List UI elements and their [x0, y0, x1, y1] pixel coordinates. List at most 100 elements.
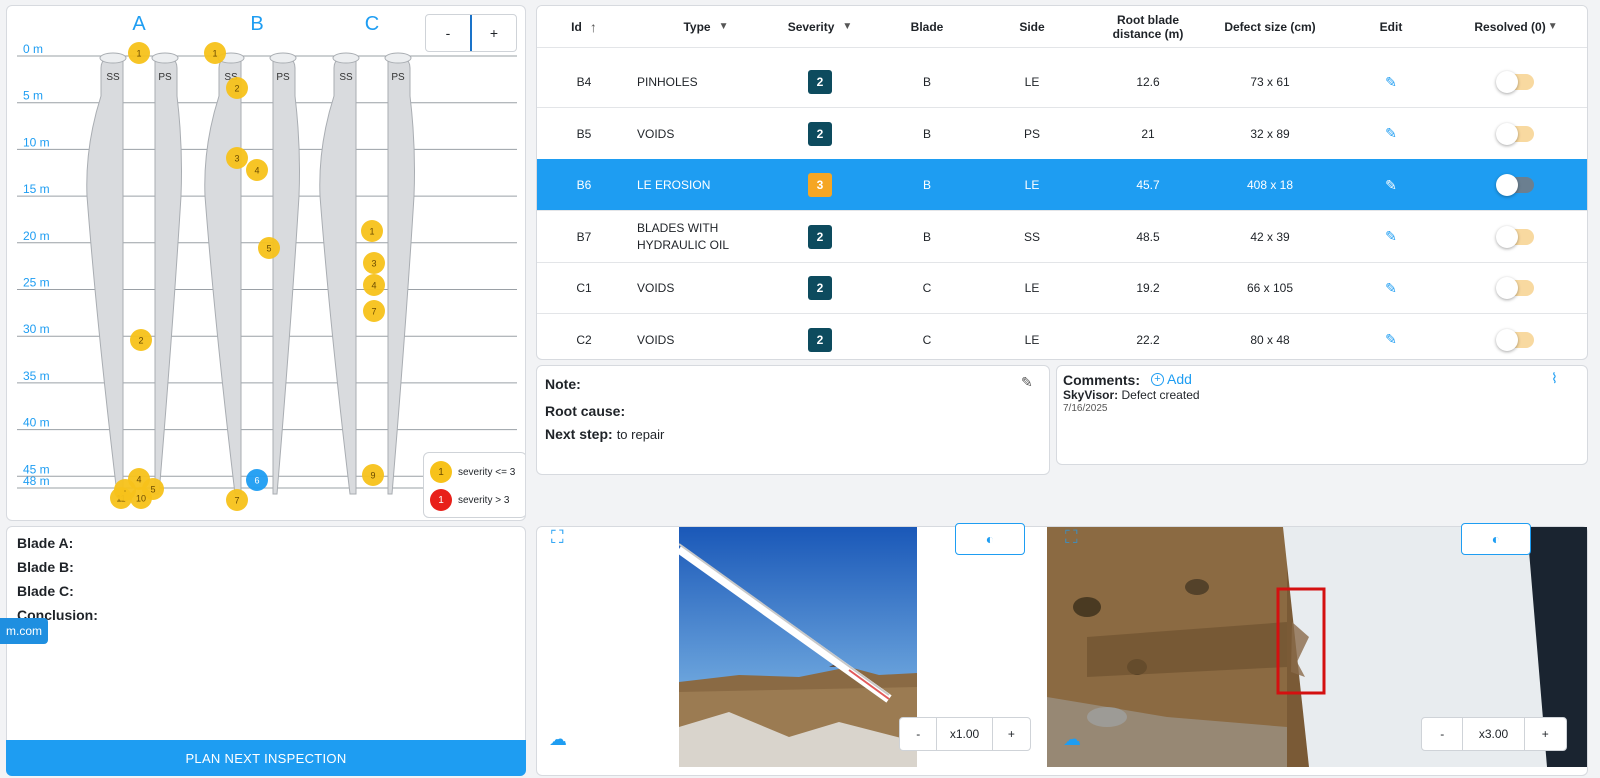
resolved-toggle[interactable]: [1496, 174, 1534, 196]
depth-label: 30 m: [23, 322, 50, 336]
table-row[interactable]: C2 VOIDS 2 C LE 22.2 80 x 48 ✎: [537, 314, 1587, 360]
defect-marker-number: 4: [371, 281, 376, 291]
attachment-icon[interactable]: ⌇: [1551, 370, 1558, 387]
blade-a-label: Blade A:: [17, 535, 74, 551]
image-zoom-in-button[interactable]: +: [993, 718, 1030, 750]
severity-badge: 2: [808, 224, 832, 249]
cell-blade: B: [922, 229, 931, 244]
resolved-toggle[interactable]: [1496, 328, 1534, 351]
legend-label-high: severity > 3: [458, 494, 510, 506]
header-id[interactable]: Id ↑: [537, 6, 631, 48]
toggle-knob: [1496, 71, 1518, 93]
overlay-link-chip[interactable]: m.com: [0, 618, 48, 644]
plan-next-inspection-button[interactable]: PLAN NEXT INSPECTION: [6, 740, 526, 776]
cell-side: SS: [1023, 229, 1040, 244]
defect-marker-number: 6: [254, 476, 259, 486]
resolved-toggle[interactable]: [1496, 71, 1534, 93]
edit-pencil-icon[interactable]: ✎: [1385, 331, 1397, 348]
zoom-in-button[interactable]: +: [472, 15, 516, 51]
defect-marker-number: 2: [234, 84, 239, 94]
image-zoom-in-button[interactable]: +: [1525, 718, 1566, 750]
add-comment-button[interactable]: + Add: [1151, 371, 1192, 387]
table-row[interactable]: B4 PINHOLES 2 B LE 12.6 73 x 61 ✎: [537, 56, 1587, 108]
header-root-distance[interactable]: Root blade distance (m): [1083, 6, 1213, 48]
filter-icon[interactable]: ▼: [719, 20, 729, 34]
contrast-toggle-button-left[interactable]: ◐: [955, 523, 1025, 555]
cell-edit: ✎: [1341, 56, 1441, 108]
toggle-knob: [1496, 174, 1518, 196]
header-id-label: Id: [571, 20, 582, 34]
cell-resolved: [1451, 159, 1581, 211]
comments-box: Comments: + Add ⌇ SkyVisor: Defect creat…: [1056, 365, 1588, 465]
header-edit-label: Edit: [1379, 20, 1403, 34]
depth-label: 20 m: [23, 229, 50, 243]
cell-edit: ✎: [1341, 159, 1441, 211]
resolved-toggle[interactable]: [1496, 277, 1534, 299]
header-severity-label: Severity: [787, 20, 835, 34]
header-blade[interactable]: Blade: [867, 6, 987, 48]
type-label: LE EROSION: [637, 178, 711, 192]
edit-pencil-icon[interactable]: ✎: [1385, 74, 1397, 91]
defect-marker-number: 9: [370, 471, 375, 481]
sort-ascending-icon[interactable]: ↑: [590, 20, 597, 34]
cell-size: 66 x 105: [1246, 281, 1294, 295]
header-blade-label: Blade: [910, 20, 944, 34]
header-severity[interactable]: Severity ▼: [755, 6, 885, 48]
header-side-label: Side: [1019, 20, 1045, 34]
blade-letter-label: C: [365, 13, 379, 35]
defect-marker-number: 4: [254, 166, 259, 176]
defect-marker-number: 1: [136, 49, 141, 59]
blade-letter-label: A: [132, 13, 146, 35]
contrast-toggle-button-right[interactable]: ◐: [1461, 523, 1531, 555]
header-defect-size[interactable]: Defect size (cm): [1205, 6, 1335, 48]
cell-id: B4: [576, 75, 592, 89]
depth-label: 0 m: [23, 42, 43, 56]
cell-edit: ✎: [1341, 108, 1441, 160]
table-row[interactable]: C1 VOIDS 2 C LE 19.2 66 x 105 ✎: [537, 262, 1587, 314]
blade-root-cap: [332, 52, 360, 64]
fullscreen-icon[interactable]: ⛶: [551, 527, 564, 548]
cell-blade: C: [922, 332, 932, 347]
depth-label: 48 m: [23, 474, 50, 488]
toggle-knob: [1496, 122, 1518, 145]
type-label: PINHOLES: [637, 75, 698, 89]
fullscreen-icon[interactable]: ⛶: [1065, 527, 1078, 548]
header-defect-size-label: Defect size (cm): [1224, 20, 1316, 34]
edit-pencil-icon[interactable]: ✎: [1385, 177, 1397, 194]
zoom-out-button[interactable]: -: [426, 15, 472, 51]
defect-marker-number: 5: [266, 244, 271, 254]
edit-pencil-icon[interactable]: ✎: [1385, 280, 1397, 297]
table-row[interactable]: B6 LE EROSION 3 B LE 45.7 408 x 18 ✎: [537, 159, 1587, 211]
cell-resolved: [1451, 262, 1581, 314]
header-resolved[interactable]: Resolved (0) ▼: [1451, 6, 1581, 48]
cell-side: LE: [1024, 332, 1040, 347]
cell-distance: 21: [1141, 126, 1155, 141]
resolved-toggle[interactable]: [1496, 225, 1534, 248]
header-root-distance-line1: Root blade: [1117, 13, 1179, 27]
cell-distance: 19.2: [1136, 281, 1160, 295]
cloud-download-icon[interactable]: ☁: [1063, 729, 1081, 750]
filter-icon[interactable]: ▼: [1548, 20, 1558, 34]
toggle-knob: [1496, 328, 1518, 351]
image-zoom-out-button[interactable]: -: [900, 718, 938, 750]
edit-pencil-icon[interactable]: ✎: [1385, 125, 1397, 142]
cell-blade: C: [922, 281, 932, 295]
header-side[interactable]: Side: [977, 6, 1087, 48]
severity-badge: 2: [808, 121, 832, 146]
edit-note-icon[interactable]: ✎: [1021, 374, 1033, 391]
comment-entry: SkyVisor: Defect created: [1063, 388, 1200, 402]
depth-label: 10 m: [23, 135, 50, 149]
edit-pencil-icon[interactable]: ✎: [1385, 228, 1397, 245]
legend-item-low: 1 severity <= 3: [430, 461, 515, 483]
table-row[interactable]: B7 BLADES WITH HYDRAULIC OIL 2 B SS 48.5 42 x 3…: [537, 211, 1587, 263]
filter-icon[interactable]: ▼: [842, 20, 852, 34]
root-cause-label: Root cause:: [545, 403, 626, 419]
image-zoom-out-button[interactable]: -: [1422, 718, 1464, 750]
resolved-toggle[interactable]: [1496, 122, 1534, 145]
overview-photo[interactable]: [679, 527, 917, 767]
table-row[interactable]: B5 VOIDS 2 B PS 21 32 x 89 ✎: [537, 108, 1587, 160]
next-step-label: Next step:: [545, 426, 613, 442]
plus-circle-icon: +: [1151, 372, 1164, 386]
blade-suction-side: [204, 55, 242, 495]
cloud-download-icon[interactable]: ☁: [549, 729, 567, 750]
